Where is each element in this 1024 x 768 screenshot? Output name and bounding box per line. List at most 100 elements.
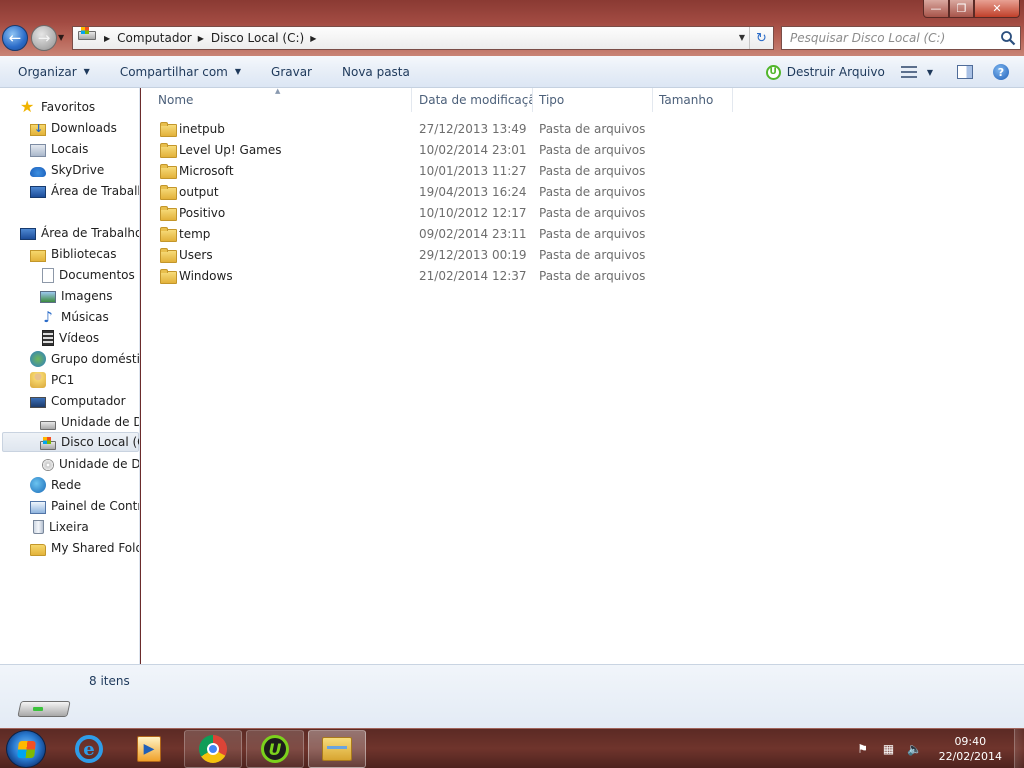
column-header-tamanho[interactable]: Tamanho (653, 88, 733, 112)
nav-videos[interactable]: Vídeos (40, 328, 99, 348)
action-center-flag-icon[interactable]: ⚑ (855, 742, 871, 756)
recent-pages-dropdown[interactable]: ▼ (58, 33, 64, 42)
recent-places-icon (30, 143, 46, 157)
homegroup-icon (30, 351, 46, 367)
back-button[interactable]: ← (2, 25, 28, 51)
back-arrow-icon: ← (8, 29, 22, 47)
column-header-data[interactable]: Data de modificação (413, 88, 533, 112)
nav-bibliotecas[interactable]: Bibliotecas (30, 244, 116, 264)
nav-locais[interactable]: Locais (30, 139, 88, 159)
user-folder-icon (30, 372, 46, 388)
nav-label: Locais (51, 142, 89, 156)
nav-label: Favoritos (41, 100, 96, 114)
navigation-pane: ★ Favoritos Downloads Locais SkyDrive Ár… (0, 88, 140, 664)
gravar-button[interactable]: Gravar (271, 56, 312, 87)
nav-my-shared-folder[interactable]: My Shared Folder (30, 538, 139, 558)
show-desktop-button[interactable] (1014, 729, 1024, 768)
nav-disco-local[interactable]: Disco Local (C:) (2, 432, 139, 452)
compartilhar-menu-button[interactable]: Compartilhar com ▼ (120, 56, 241, 87)
file-list-view: ▲ Nome Data de modificação Tipo Tamanho … (141, 87, 1024, 664)
refresh-button[interactable]: ↻ (749, 27, 773, 49)
breadcrumb-disco-local[interactable]: Disco Local (C:) (211, 31, 304, 45)
table-row[interactable]: temp 09/02/2014 23:11 Pasta de arquivos (141, 224, 741, 245)
organizar-menu-button[interactable]: Organizar ▼ (18, 56, 90, 87)
nav-unidade-dvd[interactable]: Unidade de DVD (40, 454, 139, 474)
item-count: 8 itens (89, 674, 130, 688)
change-view-icon[interactable] (900, 66, 917, 78)
nav-favoritos[interactable]: ★ Favoritos (20, 97, 95, 117)
breadcrumb-separator-icon[interactable]: ▶ (104, 34, 110, 43)
nav-computador[interactable]: Computador (30, 391, 126, 411)
drive-icon (40, 420, 56, 430)
column-header-label: Nome (158, 93, 194, 107)
file-name: Microsoft (179, 164, 234, 178)
local-disk-icon (17, 695, 71, 719)
file-name: Windows (179, 269, 233, 283)
nav-area-de-trabalho[interactable]: Área de Trabalho (20, 223, 139, 243)
iobit-unlocker-icon: U (765, 64, 781, 80)
table-row[interactable]: inetpub 27/12/2013 13:49 Pasta de arquiv… (141, 119, 741, 140)
nav-area-de-trabalho-fav[interactable]: Área de Trabalho (30, 181, 139, 201)
help-icon[interactable]: ? (993, 64, 1009, 80)
maximize-button[interactable]: ❐ (949, 0, 974, 18)
address-history-dropdown[interactable]: ▼ (739, 33, 745, 42)
forward-button[interactable]: → (31, 25, 57, 51)
taskbar-windows-explorer[interactable] (308, 730, 366, 768)
file-type: Pasta de arquivos (539, 185, 646, 199)
details-pane: 8 itens (0, 664, 1024, 728)
windows-media-player-icon: ▶ (137, 736, 161, 762)
nav-label: Músicas (61, 310, 109, 324)
nova-pasta-button[interactable]: Nova pasta (342, 56, 410, 87)
folder-icon (160, 164, 177, 179)
table-row[interactable]: output 19/04/2013 16:24 Pasta de arquivo… (141, 182, 741, 203)
breadcrumb-separator-icon[interactable]: ▶ (310, 34, 316, 43)
system-tray: ⚑ ▦ 🔈 09:40 22/02/2014 (855, 729, 1024, 768)
address-bar[interactable]: ▶ Computador ▶ Disco Local (C:) ▶ ▼ ↻ (72, 26, 774, 50)
minimize-button[interactable]: — (923, 0, 949, 18)
taskbar-media-player[interactable]: ▶ (120, 730, 178, 768)
preview-pane-icon[interactable] (957, 65, 973, 79)
nav-downloads[interactable]: Downloads (30, 118, 117, 138)
table-row[interactable]: Level Up! Games 10/02/2014 23:01 Pasta d… (141, 140, 741, 161)
column-header-nome[interactable]: Nome (152, 88, 412, 112)
system-clock[interactable]: 09:40 22/02/2014 (939, 734, 1002, 764)
nav-imagens[interactable]: Imagens (40, 286, 112, 306)
network-icon (30, 477, 46, 493)
breadcrumb-separator-icon[interactable]: ▶ (198, 34, 204, 43)
nav-pc1[interactable]: PC1 (30, 370, 74, 390)
taskbar-chrome[interactable] (184, 730, 242, 768)
file-date: 10/10/2012 12:17 (419, 206, 527, 220)
file-date: 21/02/2014 12:37 (419, 269, 527, 283)
nav-unidade-disquete[interactable]: Unidade de Disquete (40, 412, 139, 432)
search-placeholder: Pesquisar Disco Local (C:) (790, 31, 946, 45)
nav-musicas[interactable]: ♪ Músicas (40, 307, 109, 327)
local-disk-icon (40, 436, 56, 450)
column-header-label: Tamanho (659, 93, 714, 107)
volume-icon[interactable]: 🔈 (907, 742, 923, 756)
taskbar-internet-explorer[interactable]: e (60, 730, 118, 768)
file-type: Pasta de arquivos (539, 143, 646, 157)
search-icon[interactable] (1000, 30, 1016, 46)
network-status-icon[interactable]: ▦ (881, 742, 897, 756)
nav-skydrive[interactable]: SkyDrive (30, 160, 104, 180)
nav-painel-controle[interactable]: Painel de Controle (30, 496, 139, 516)
nav-lixeira[interactable]: Lixeira (30, 517, 89, 537)
table-row[interactable]: Microsoft 10/01/2013 11:27 Pasta de arqu… (141, 161, 741, 182)
table-row[interactable]: Users 29/12/2013 00:19 Pasta de arquivos (141, 245, 741, 266)
column-header-tipo[interactable]: Tipo (533, 88, 653, 112)
nav-grupo-domestico[interactable]: Grupo doméstico (30, 349, 139, 369)
search-input[interactable]: Pesquisar Disco Local (C:) (781, 26, 1021, 50)
folder-icon (160, 269, 177, 284)
taskbar-iobit-unlocker[interactable]: U (246, 730, 304, 768)
refresh-icon: ↻ (756, 30, 767, 46)
nav-rede[interactable]: Rede (30, 475, 81, 495)
view-options-dropdown[interactable]: ▼ (927, 68, 933, 77)
table-row[interactable]: Windows 21/02/2014 12:37 Pasta de arquiv… (141, 266, 741, 287)
start-button[interactable] (6, 730, 46, 768)
nav-documentos[interactable]: Documentos (40, 265, 135, 285)
table-row[interactable]: Positivo 10/10/2012 12:17 Pasta de arqui… (141, 203, 741, 224)
destruir-arquivo-button[interactable]: U Destruir Arquivo (765, 64, 885, 80)
breadcrumb-computador[interactable]: Computador (117, 31, 192, 45)
nova-pasta-label: Nova pasta (342, 64, 410, 79)
close-button[interactable]: ✕ (974, 0, 1020, 18)
